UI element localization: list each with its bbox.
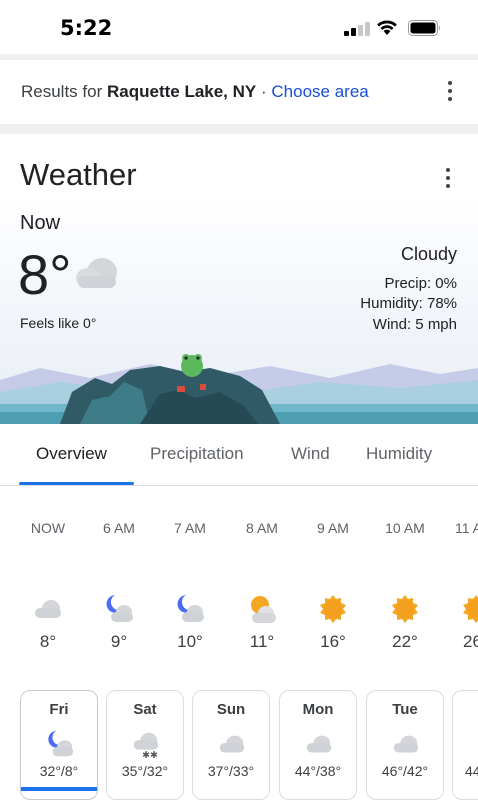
weather-title: Weather: [20, 157, 137, 192]
hour-temp: 9°: [110, 632, 128, 651]
status-bar: 5:22: [0, 0, 478, 56]
hour-temp: 16°: [320, 632, 346, 651]
humidity-label: Humidity: 78%: [360, 295, 457, 312]
now-label: Now: [20, 212, 61, 234]
tab-humidity[interactable]: Humidity: [366, 444, 432, 464]
cloud-icon: [219, 735, 245, 753]
day-card-mon[interactable]: Mon 44°/38°: [279, 690, 357, 800]
day-name: Mon: [302, 701, 334, 718]
hour-temp: 22°: [392, 632, 418, 651]
day-name: Sun: [216, 701, 246, 718]
active-day-indicator: [21, 787, 97, 791]
hour-temp: 11°: [249, 632, 275, 651]
results-separator: ·: [260, 82, 267, 101]
day-name: Tue: [392, 701, 418, 718]
cloud-icon: [306, 735, 332, 753]
hour-label: 6 AM: [103, 520, 135, 536]
active-tab-indicator: [19, 482, 134, 485]
hour-label: 7 AM: [174, 520, 206, 536]
cloud-icon: [35, 600, 61, 618]
hour-temp: 10°: [177, 632, 203, 651]
choose-area-link[interactable]: Choose area: [271, 82, 368, 101]
day-temp-range: 35°/32°: [121, 763, 169, 779]
moon-cloud-icon: [177, 595, 204, 622]
day-card-sun[interactable]: Sun 37°/33°: [192, 690, 270, 800]
hour-label: 9 AM: [317, 520, 349, 536]
sun-icon: [392, 595, 418, 623]
tab-overview[interactable]: Overview: [36, 444, 107, 464]
cellular-signal-icon: [344, 20, 370, 36]
tab-precipitation[interactable]: Precipitation: [150, 444, 244, 464]
results-more-icon[interactable]: [440, 79, 460, 103]
tab-wind[interactable]: Wind: [291, 444, 330, 464]
sun-icon: [463, 595, 478, 623]
day-card-sat[interactable]: Sat ✱✱ 35°/32°: [106, 690, 184, 800]
day-name: Fri: [49, 701, 69, 718]
hour-label: NOW: [30, 520, 66, 536]
wifi-icon: [377, 20, 397, 35]
day-temp-range: 44°/38°: [294, 763, 342, 779]
status-time: 5:22: [60, 16, 113, 40]
weather-illustration: [0, 344, 478, 424]
snow-cloud-icon: ✱✱: [133, 732, 159, 759]
battery-icon: [408, 20, 440, 36]
weather-tabs: Overview Precipitation Wind Humidity: [0, 424, 478, 486]
current-temperature: 8°: [18, 243, 72, 306]
day-temp-range: 37°/33°: [207, 763, 255, 779]
day-temp-range: 46°/42°: [381, 763, 429, 779]
cloud-icon: [76, 258, 117, 288]
day-name: Sat: [133, 701, 157, 718]
day-card-tue[interactable]: Tue 46°/42°: [366, 690, 444, 800]
day-card-fri[interactable]: Fri 32°/8°: [20, 690, 98, 800]
results-location: Raquette Lake, NY: [106, 82, 257, 101]
hour-label: 8 AM: [246, 520, 278, 536]
hour-temp: 8°: [39, 632, 57, 651]
hour-temp: 26: [463, 632, 478, 651]
sun-cloud-icon: [251, 596, 276, 623]
moon-cloud-icon: [48, 730, 74, 757]
moon-cloud-icon: [106, 595, 133, 622]
results-bar: Results for Raquette Lake, NY · Choose a…: [0, 62, 478, 122]
hour-label: 10 AM: [385, 520, 425, 536]
divider: [0, 124, 478, 134]
cloud-icon: [393, 735, 419, 753]
results-prefix: Results for: [21, 82, 103, 101]
day-temp-range: 44: [465, 763, 478, 779]
precip-label: Precip: 0%: [384, 275, 457, 292]
hour-label: 11 A: [455, 520, 478, 536]
day-temp-range: 32°/8°: [39, 763, 79, 779]
results-location-text: Results for Raquette Lake, NY · Choose a…: [21, 82, 369, 102]
divider: [0, 54, 478, 60]
current-weather-panel: Now 8° Feels like 0° Cloudy Precip: 0% H…: [0, 200, 478, 424]
weather-more-icon[interactable]: [438, 166, 458, 190]
day-card-partial[interactable]: 44: [452, 690, 478, 800]
sun-icon: [320, 595, 346, 623]
svg-text:✱✱: ✱✱: [142, 750, 158, 759]
condition-label: Cloudy: [400, 244, 457, 264]
